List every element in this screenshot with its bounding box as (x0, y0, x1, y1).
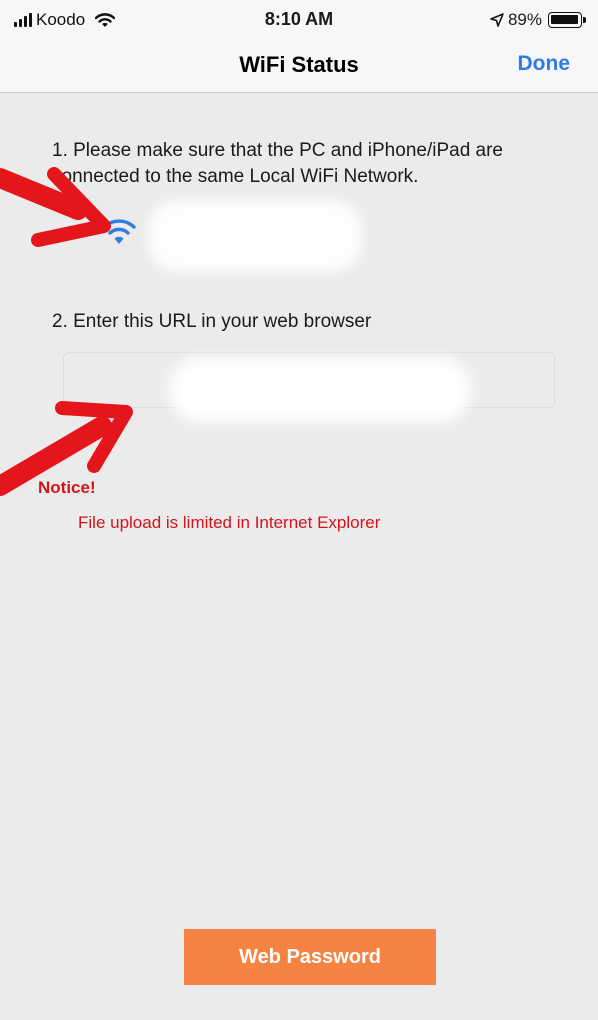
navigation-bar: WiFi Status Done (0, 40, 598, 93)
web-password-button[interactable]: Web Password (184, 929, 436, 985)
url-redaction (170, 358, 470, 422)
battery-percent: 89% (507, 10, 542, 29)
step2-instruction: 2. Enter this URL in your web browser (52, 311, 372, 332)
annotation-arrow-wifi (0, 167, 111, 247)
battery-icon (548, 12, 586, 28)
wifi-network-name-redacted (148, 200, 362, 272)
battery-fill (551, 15, 578, 24)
done-button[interactable]: Done (518, 52, 571, 76)
page-title: WiFi Status (239, 52, 359, 77)
status-bar-right: 89% (490, 10, 586, 30)
annotation-arrow-url (0, 401, 133, 496)
location-arrow-icon (490, 13, 504, 27)
notice-text: File upload is limited in Internet Explo… (78, 513, 381, 532)
